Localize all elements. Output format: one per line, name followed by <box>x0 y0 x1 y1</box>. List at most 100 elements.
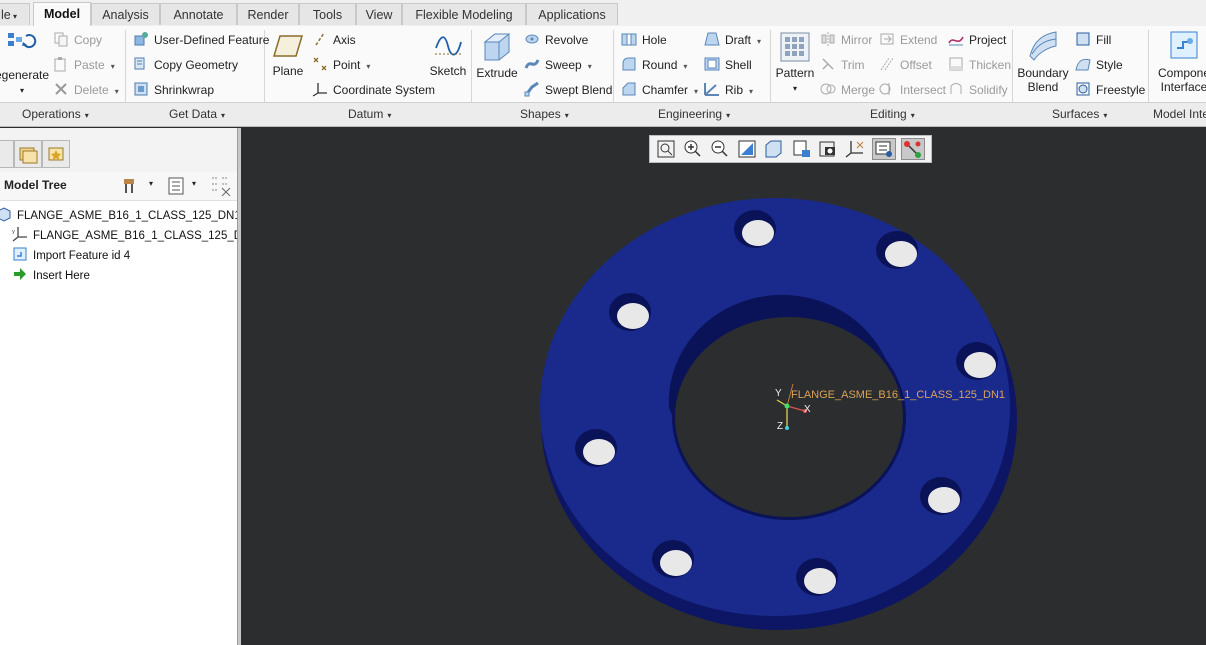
tree-settings-icon[interactable] <box>122 176 144 196</box>
display-style-button[interactable] <box>762 138 786 160</box>
delete-icon <box>55 83 67 95</box>
tab-annotate[interactable]: Annotate <box>160 3 237 25</box>
repaint-button[interactable] <box>735 138 759 160</box>
group-editing[interactable]: Editing ▾ <box>870 107 915 121</box>
axis-button[interactable]: Axis <box>312 31 356 49</box>
group-engineering[interactable]: Engineering ▾ <box>658 107 730 121</box>
zoom-out-button[interactable] <box>708 138 732 160</box>
style-button[interactable]: Style <box>1075 56 1123 74</box>
regenerate-button[interactable]: egenerate ▾ <box>0 30 50 98</box>
user-defined-feature-button[interactable]: User-Defined Feature <box>133 31 269 49</box>
favorites-tab[interactable] <box>42 140 70 168</box>
project-button[interactable]: Project <box>948 31 1006 49</box>
tree-item-import-feature[interactable]: Import Feature id 4 <box>12 246 130 264</box>
swept-blend-button[interactable]: Swept Blend <box>524 81 612 99</box>
repaint-icon <box>738 140 756 158</box>
folder-browser-tab[interactable] <box>14 140 42 168</box>
group-get-data[interactable]: Get Data ▾ <box>169 107 225 121</box>
tab-render[interactable]: Render <box>237 3 299 25</box>
shell-button[interactable]: Shell <box>704 56 752 74</box>
group-model-intent[interactable]: Model Inten <box>1153 107 1206 121</box>
offset-button[interactable]: Offset <box>879 56 932 74</box>
show-icon[interactable] <box>166 176 186 196</box>
component-interface-icon <box>1170 31 1198 59</box>
tab-flexible-modeling[interactable]: Flexible Modeling <box>402 3 526 25</box>
copy-button[interactable]: Copy <box>53 31 102 49</box>
offset-icon <box>880 57 894 71</box>
copy-geometry-button[interactable]: Copy Geometry <box>133 56 238 74</box>
delete-button[interactable]: Delete ▾ <box>53 81 119 99</box>
chamfer-button[interactable]: Chamfer ▾ <box>621 81 698 99</box>
tree-item-insert-here[interactable]: Insert Here <box>12 266 90 284</box>
zoom-in-icon <box>684 140 701 157</box>
sweep-button[interactable]: Sweep ▾ <box>524 56 592 74</box>
tab-applications[interactable]: Applications <box>526 3 618 25</box>
chevron-down-icon[interactable]: ▾ <box>149 179 153 188</box>
hole-button[interactable]: Hole <box>621 31 667 49</box>
sketch-button[interactable]: Sketch <box>428 32 468 78</box>
datum-display-button[interactable] <box>843 138 867 160</box>
favorites-icon <box>48 147 64 161</box>
refit-icon <box>657 140 675 158</box>
point-button[interactable]: Point ▾ <box>312 56 370 74</box>
round-icon <box>622 57 636 71</box>
group-shapes[interactable]: Shapes ▾ <box>520 107 569 121</box>
intersect-icon <box>879 83 891 95</box>
tab-file[interactable]: le ▾ <box>0 3 30 25</box>
fill-button[interactable]: Fill <box>1075 31 1111 49</box>
group-datum[interactable]: Datum ▾ <box>348 107 391 121</box>
freestyle-button[interactable]: Freestyle <box>1075 81 1145 99</box>
coordinate-system-button[interactable]: Coordinate System <box>312 81 435 99</box>
boundary-blend-button[interactable]: Boundary Blend <box>1017 30 1069 94</box>
pattern-button[interactable]: Pattern ▾ <box>775 32 815 96</box>
tree-filters-icon[interactable] <box>210 176 232 196</box>
csys-label: FLANGE_ASME_B16_1_CLASS_125_DN1 <box>791 389 1006 401</box>
tab-model[interactable]: Model <box>33 2 91 26</box>
model-tree-tab[interactable] <box>0 140 14 168</box>
merge-button[interactable]: Merge <box>820 81 875 99</box>
draft-icon <box>704 32 720 46</box>
ribbon-tabs: le ▾ Model Analysis Annotate Render Tool… <box>0 0 1206 27</box>
graphics-window[interactable]: Y X Z FLANGE_ASME_B16_1_CLASS_125_DN1 <box>241 128 1206 645</box>
revolve-button[interactable]: Revolve <box>524 31 588 49</box>
plane-button[interactable]: Plane <box>270 32 306 78</box>
coordinate-system-icon <box>312 83 327 97</box>
refit-button[interactable] <box>654 138 678 160</box>
intersect-button[interactable]: Intersect <box>879 81 946 99</box>
saved-views-button[interactable] <box>789 138 813 160</box>
view-manager-button[interactable] <box>816 138 840 160</box>
tab-analysis[interactable]: Analysis <box>91 3 160 25</box>
thicken-button[interactable]: Thicken <box>948 56 1011 74</box>
group-operations[interactable]: Operations ▾ <box>22 107 89 121</box>
round-button[interactable]: Round ▾ <box>621 56 687 74</box>
chevron-down-icon[interactable]: ▾ <box>192 179 196 188</box>
shrinkwrap-button[interactable]: Shrinkwrap <box>133 81 214 99</box>
axis-icon <box>315 32 325 46</box>
axis-y-label: Y <box>775 388 782 399</box>
zoom-in-button[interactable] <box>681 138 705 160</box>
import-feature-icon <box>13 247 27 261</box>
solidify-button[interactable]: Solidify <box>948 81 1008 99</box>
group-surfaces[interactable]: Surfaces ▾ <box>1052 107 1107 121</box>
display-style-icon <box>765 140 782 158</box>
tab-view[interactable]: View <box>356 3 402 25</box>
svg-text:y: y <box>12 229 15 235</box>
part-icon <box>0 207 11 222</box>
draft-button[interactable]: Draft ▾ <box>704 31 761 49</box>
model-tree-header: Model Tree ▾ ▾ <box>0 172 237 201</box>
annotation-display-button[interactable] <box>901 138 925 160</box>
rib-button[interactable]: Rib ▾ <box>704 81 753 99</box>
extrude-button[interactable]: Extrude <box>476 30 518 80</box>
paste-button[interactable]: Paste ▾ <box>53 56 115 74</box>
trim-button[interactable]: Trim <box>820 56 865 74</box>
flange-model[interactable] <box>241 128 1206 645</box>
tree-item-part[interactable]: FLANGE_ASME_B16_1_CLASS_125_DN1.PRT <box>0 206 267 224</box>
graphics-toolbar <box>649 135 932 163</box>
extend-button[interactable]: Extend <box>879 31 937 49</box>
tree-item-csys[interactable]: y FLANGE_ASME_B16_1_CLASS_125_DN1 <box>12 226 257 244</box>
mirror-button[interactable]: Mirror <box>820 31 872 49</box>
component-interface-button[interactable]: Compone Interface <box>1152 30 1206 94</box>
merge-icon <box>820 83 836 95</box>
spin-center-button[interactable] <box>872 138 896 160</box>
tab-tools[interactable]: Tools <box>299 3 356 25</box>
